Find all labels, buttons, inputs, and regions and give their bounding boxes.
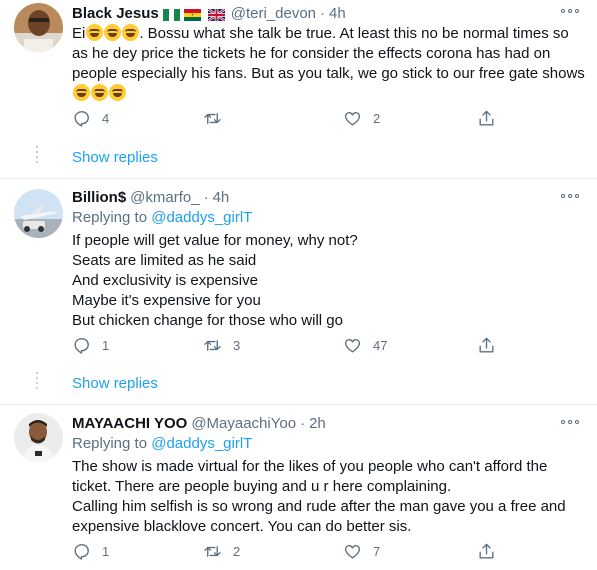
tweet-text-line: Ei. Bossu what she talk be true. At leas…	[72, 24, 569, 42]
share-button[interactable]	[477, 542, 496, 561]
tweet-text-line	[72, 84, 588, 104]
laughing-emoji-icon	[109, 84, 126, 101]
mention-link[interactable]: @daddys_girlT	[151, 435, 252, 452]
separator-dot: ·	[300, 415, 306, 432]
retweet-button[interactable]: 3	[203, 336, 240, 355]
show-replies-link[interactable]: Show replies	[72, 375, 158, 392]
retweet-count: 2	[233, 544, 241, 559]
tweet-actions: 1 3 47	[72, 336, 572, 356]
tweet-header: MAYAACHI YOO @MayaachiYoo · 2h	[72, 415, 326, 432]
timestamp[interactable]: 2h	[309, 415, 326, 432]
tweet-text: The show is made virtual for the likes o…	[72, 457, 588, 537]
tweet-text: Ei. Bossu what she talk be true. At leas…	[72, 24, 588, 104]
retweet-icon	[204, 340, 221, 351]
timestamp[interactable]: 4h	[329, 5, 346, 22]
laughing-emoji-icon	[86, 24, 104, 41]
tweet-text: If people will get value for money, why …	[72, 231, 588, 331]
reply-count: 4	[102, 111, 110, 126]
tweet-text-line: Calling him selfish is so wrong and rude…	[72, 498, 566, 515]
like-button[interactable]: 2	[343, 109, 380, 128]
laughing-emoji-icon	[73, 84, 90, 101]
more-options-icon[interactable]	[561, 194, 579, 200]
heart-icon	[344, 338, 361, 353]
display-name[interactable]: Billion$	[72, 189, 126, 206]
retweet-icon	[204, 113, 221, 124]
retweet-button[interactable]	[203, 109, 233, 128]
mention-link[interactable]: @daddys_girlT	[151, 209, 252, 226]
separator-dot: ·	[320, 5, 326, 22]
display-name[interactable]: Black Jesus	[72, 5, 159, 22]
retweet-icon	[204, 546, 221, 557]
thread-connector	[36, 372, 38, 392]
like-count: 2	[373, 111, 381, 126]
uk-flag-icon	[207, 7, 226, 22]
like-count: 7	[373, 544, 381, 559]
tweet-text-line: as he dey price the tickets he for consi…	[72, 45, 551, 62]
avatar[interactable]	[14, 189, 63, 238]
laughing-emoji-icon	[91, 84, 108, 101]
retweet-button[interactable]: 2	[203, 542, 240, 561]
ghana-flag-icon	[183, 8, 201, 21]
nigeria-flag-icon	[162, 8, 180, 21]
tweet-text-line: But chicken change for those who will go	[72, 312, 343, 329]
tweet-text-line: Seats are limited as he said	[72, 252, 257, 269]
user-handle[interactable]: @kmarfo_	[130, 189, 199, 206]
replying-to: Replying to @daddys_girlT	[72, 435, 252, 452]
user-handle[interactable]: @teri_devon	[231, 5, 316, 22]
share-icon	[479, 110, 494, 126]
share-icon	[479, 543, 494, 559]
like-button[interactable]: 47	[343, 336, 387, 355]
tweet-text-line: And exclusivity is expensive	[72, 272, 258, 289]
share-button[interactable]	[477, 336, 496, 355]
more-options-icon[interactable]	[561, 420, 579, 426]
replying-prefix: Replying to	[72, 435, 148, 452]
reply-button[interactable]: 4	[72, 109, 109, 128]
tweet-text-line: ticket. There are people buying and u r …	[72, 478, 452, 495]
tweet-2[interactable]: Billion$ @kmarfo_ · 4h Replying to @dadd…	[0, 179, 597, 405]
reply-icon	[74, 111, 89, 127]
tweet-actions: 4 2	[72, 109, 572, 129]
tweet-header: Billion$ @kmarfo_ · 4h	[72, 189, 229, 206]
laughing-emoji-icon	[104, 24, 122, 41]
heart-icon	[344, 111, 361, 126]
like-count: 47	[373, 338, 388, 353]
tweet-text-line: If people will get value for money, why …	[72, 232, 358, 249]
thread-connector	[36, 146, 38, 166]
reply-count: 1	[102, 338, 110, 353]
tweet-3[interactable]: MAYAACHI YOO @MayaachiYoo · 2h Replying …	[0, 405, 597, 570]
avatar[interactable]	[14, 3, 63, 52]
reply-icon	[74, 544, 89, 560]
replying-to: Replying to @daddys_girlT	[72, 209, 252, 226]
tweet-1[interactable]: Black Jesus @teri_devon · 4h Ei. Bossu w…	[0, 0, 597, 180]
share-button[interactable]	[477, 109, 496, 128]
replying-prefix: Replying to	[72, 209, 148, 226]
tweet-actions: 1 2 7	[72, 542, 572, 562]
retweet-count: 3	[233, 338, 241, 353]
share-icon	[479, 337, 494, 353]
tweet-text-line: Maybe it's expensive for you	[72, 292, 261, 309]
reply-button[interactable]: 1	[72, 542, 109, 561]
avatar[interactable]	[14, 413, 63, 462]
display-name[interactable]: MAYAACHI YOO	[72, 415, 187, 432]
tweet-text-line: expensive blacklove concert. You can do …	[72, 518, 412, 535]
reply-button[interactable]: 1	[72, 336, 109, 355]
heart-icon	[344, 544, 361, 559]
reply-icon	[74, 338, 89, 354]
laughing-emoji-icon	[122, 24, 140, 41]
separator-dot: ·	[203, 189, 209, 206]
show-replies-link[interactable]: Show replies	[72, 149, 158, 166]
tweet-text-line: people especially his fans. But as you t…	[72, 65, 585, 82]
more-options-icon[interactable]	[561, 9, 579, 15]
reply-count: 1	[102, 544, 110, 559]
timestamp[interactable]: 4h	[213, 189, 230, 206]
tweet-header: Black Jesus @teri_devon · 4h	[72, 5, 346, 22]
user-handle[interactable]: @MayaachiYoo	[191, 415, 296, 432]
tweet-text-line: The show is made virtual for the likes o…	[72, 458, 548, 475]
like-button[interactable]: 7	[343, 542, 380, 561]
